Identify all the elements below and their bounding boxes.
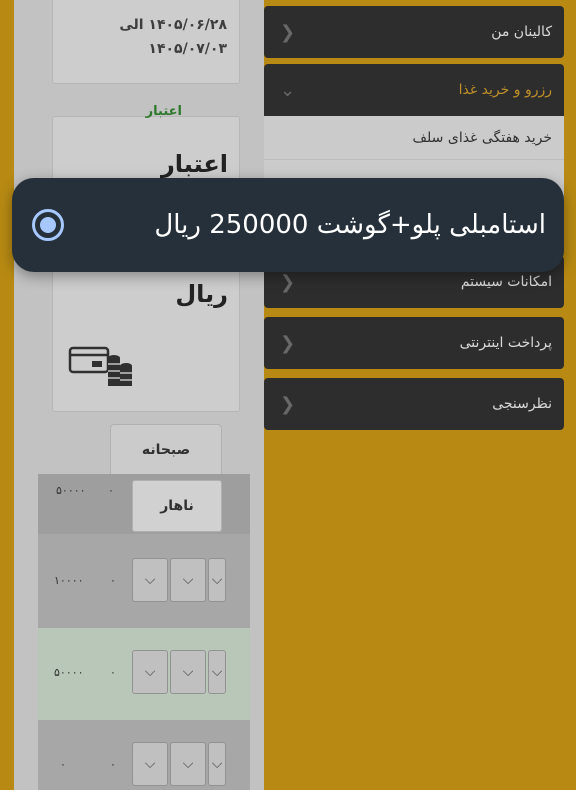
- select-option-popup[interactable]: استامبلی پلو+گوشت 250000 ریال: [12, 178, 564, 272]
- selected-food-option[interactable]: استامبلی پلو+گوشت 250000 ریال: [74, 210, 546, 240]
- radio-selected-icon[interactable]: [32, 209, 64, 241]
- radio-dot: [40, 217, 56, 233]
- modal-backdrop[interactable]: [0, 0, 576, 790]
